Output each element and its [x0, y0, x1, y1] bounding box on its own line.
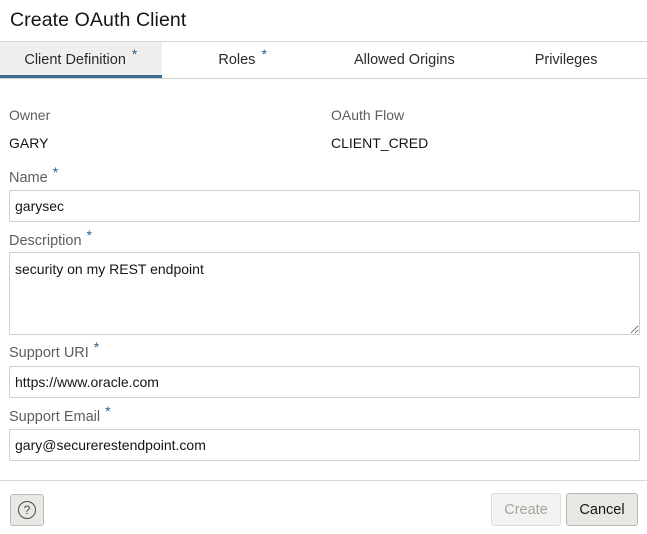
required-indicator: *: [86, 227, 92, 243]
dialog-title: Create OAuth Client: [10, 9, 187, 31]
name-label: Name *: [9, 164, 58, 186]
support-uri-input[interactable]: [9, 366, 640, 398]
tab-label: Roles: [218, 52, 256, 68]
support-email-label-text: Support Email: [9, 409, 101, 425]
tab-label: Privileges: [534, 52, 598, 68]
required-indicator: *: [261, 46, 267, 62]
description-label-text: Description: [9, 233, 82, 249]
tab-roles[interactable]: Roles *: [162, 42, 324, 78]
oauth-flow-label: OAuth Flow: [331, 107, 405, 123]
name-label-text: Name: [9, 170, 48, 186]
required-indicator: *: [93, 339, 100, 355]
oauth-flow-value: CLIENT_CRED: [331, 135, 429, 151]
tab-client-definition[interactable]: Client Definition *: [0, 42, 162, 78]
required-indicator: *: [105, 403, 111, 419]
tab-label: Client Definition: [24, 52, 126, 68]
owner-label: Owner: [9, 107, 51, 123]
tab-bar: Client Definition * Roles * Allowed Orig…: [0, 41, 647, 79]
help-button[interactable]: ?: [10, 494, 44, 526]
owner-value: GARY: [9, 135, 49, 151]
name-input[interactable]: [9, 190, 640, 222]
create-button[interactable]: Create: [491, 493, 561, 526]
help-icon: ?: [18, 501, 36, 519]
support-uri-label: Support URI *: [9, 339, 99, 361]
create-oauth-client-dialog: Create OAuth Client Client Definition * …: [0, 0, 647, 534]
support-uri-label-text: Support URI: [9, 345, 89, 361]
required-indicator: *: [52, 164, 59, 180]
tab-privileges[interactable]: Privileges: [485, 42, 647, 78]
tab-allowed-origins[interactable]: Allowed Origins: [324, 42, 486, 78]
footer-divider: [0, 480, 647, 481]
cancel-button[interactable]: Cancel: [566, 493, 638, 526]
tab-label: Allowed Origins: [354, 52, 455, 68]
support-email-input[interactable]: [9, 429, 640, 461]
description-label: Description *: [9, 227, 92, 249]
support-email-label: Support Email *: [9, 403, 111, 425]
description-textarea[interactable]: security on my REST endpoint: [9, 252, 640, 335]
required-indicator: *: [131, 46, 138, 62]
